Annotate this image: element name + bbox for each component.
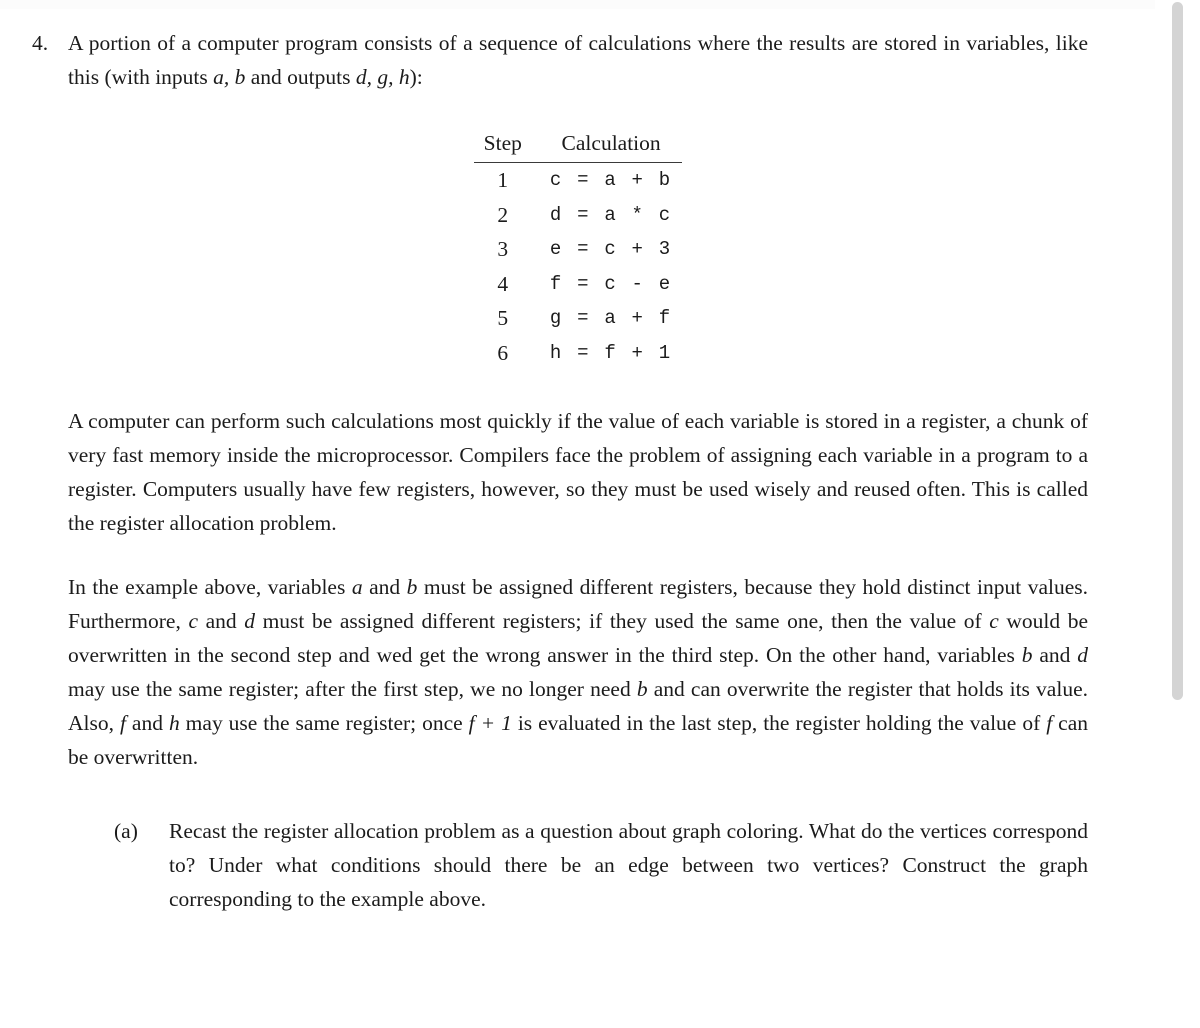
p2-segment-1: In the example above, variables [68,575,352,599]
cell-step: 6 [497,340,509,365]
table-row: 6 h = f + 1 [474,336,683,371]
table-row: 3 e = c + 3 [474,232,683,267]
problem-body: A portion of a computer program consists… [68,26,1088,916]
paragraph-example-analysis: In the example above, variables a and b … [68,570,1088,774]
p2-segment-7: and [1032,643,1078,667]
scan-top-band [0,0,1155,9]
p2-segment-8: may use the same register; after the fir… [68,677,637,701]
subproblem-a-marker: (a) [114,819,138,843]
calculation-table-body: 1 c = a + b 2 d = a * c 3 e = c + 3 4 f = c - e… [474,163,683,371]
p2-variable-h: h [168,711,180,735]
table-row: 2 d = a * c [474,198,683,233]
cell-step: 5 [497,306,509,330]
cell-calculation: d = a * c [549,203,673,226]
table-header-row: Step Calculation [473,128,683,163]
subproblem-a-body: Recast the register allocation problem a… [169,814,1088,916]
p2-variable-b-third: b [636,677,648,701]
intro-text-after: ): [409,65,423,89]
p2-segment-2: and [362,575,407,599]
cell-step: 2 [497,202,509,227]
cell-calculation: h = f + 1 [549,341,673,364]
p2-variable-b-second: b [1021,643,1033,667]
scrollbar-gutter [1183,0,1200,1028]
p2-segment-12: is evaluated in the last step, the regis… [511,711,1047,735]
p2-segment-11: may use the same register; once [179,711,469,735]
table-row: 1 c = a + b [474,163,683,198]
subproblem-a: (a) Recast the register allocation probl… [114,814,1088,916]
column-header-calculation: Calculation [539,128,683,163]
calculation-table-container: Step Calculation 1 c = a + b 2 d = a * c 3 e … [68,128,1088,370]
p2-expression-f-plus-1: f + 1 [468,711,512,735]
table-row: 5 g = a + f [474,301,683,336]
subproblem-a-text: Recast the register allocation problem a… [169,819,1088,911]
p2-variable-d-second: d [1077,643,1088,667]
p2-variable-c-second: c [989,609,999,633]
paragraph-register-allocation: A computer can perform such calculations… [68,409,1088,535]
column-header-step: Step [473,128,540,163]
register-explanation-block: A computer can perform such calculations… [68,404,1088,540]
cell-step: 1 [497,168,509,192]
p2-variable-d: d [244,609,255,633]
table-row: 4 f = c - e [474,267,683,302]
intro-inputs-vars: a, b [213,65,246,89]
cell-calculation: e = c + 3 [549,238,673,260]
example-explanation-block: In the example above, variables a and b … [68,570,1088,774]
p2-segment-5: must be assigned different registers; if… [254,609,990,633]
intro-outputs-vars: d, g, h [355,65,410,89]
problem-4: 4. A portion of a computer program consi… [32,26,1088,916]
problem-number: 4. [32,31,49,55]
document-page: 4. A portion of a computer program consi… [0,0,1155,1028]
calculation-table: Step Calculation 1 c = a + b 2 d = a * c 3 e … [473,128,683,371]
vertical-scrollbar-thumb[interactable] [1172,2,1183,700]
p2-variable-a: a [351,575,363,599]
cell-calculation: g = a + f [549,307,673,329]
cell-calculation: f = c - e [549,272,673,295]
p2-segment-10: and [125,711,169,735]
p2-variable-b: b [406,575,418,599]
intro-text-middle: and outputs [245,65,356,89]
p2-variable-c: c [188,609,198,633]
problem-intro-paragraph: A portion of a computer program consists… [68,26,1088,94]
cell-step: 3 [497,237,509,261]
cell-step: 4 [497,271,509,296]
calculation-table-head: Step Calculation [473,128,683,163]
cell-calculation: c = a + b [549,169,673,191]
p2-segment-4: and [197,609,245,633]
